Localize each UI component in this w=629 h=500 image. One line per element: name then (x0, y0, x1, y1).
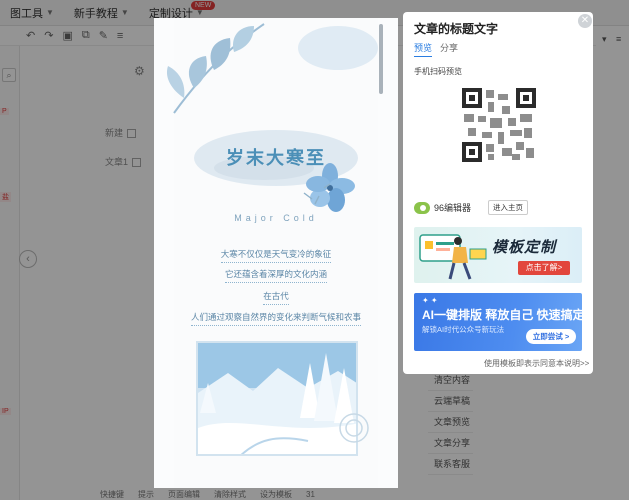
article-title: 岁末大寒至 (226, 148, 326, 169)
learn-more-button[interactable]: 点击了解> (518, 261, 570, 275)
ai-layout-banner[interactable]: ✦ ✦ AI一键排版 释放自己 快速搞定 解锁AI时代公众号新玩法 立即尝试 > (414, 293, 582, 351)
brand-row: 96编辑器 (414, 201, 471, 214)
close-icon[interactable]: ✕ (578, 14, 592, 28)
card-tabs: 预览 分享 (414, 41, 458, 57)
article-line: 大寒不仅仅是天气变冷的象征 (154, 248, 398, 263)
article-line-text: 在古代 (263, 291, 289, 305)
article-line-text: 它还蕴含着深厚的文化内涵 (224, 269, 327, 283)
illustration-person (419, 234, 487, 280)
sparkle-icon: ✦ ✦ (422, 296, 438, 305)
banner-title: 模板定制 (492, 239, 557, 256)
tab-preview[interactable]: 预览 (414, 41, 433, 57)
banner-subtitle: 解锁AI时代公众号新玩法 (422, 325, 505, 334)
article-line-text: 大寒不仅仅是天气变冷的象征 (220, 249, 332, 263)
try-now-button[interactable]: 立即尝试 > (526, 329, 576, 344)
card-title: 文章的标题文字 (414, 22, 499, 36)
preview-scrollbar[interactable] (379, 24, 383, 94)
brand-name: 96编辑器 (434, 203, 472, 213)
article-line: 人们通过观察自然界的变化来判断气候和农事 (154, 311, 398, 326)
tab-share[interactable]: 分享 (440, 41, 458, 57)
brand-logo-icon (414, 201, 430, 214)
article-line: 在古代 (154, 290, 398, 305)
enter-homepage-button[interactable]: 进入主页 (488, 200, 528, 215)
phone-preview: 岁末大寒至 Major Cold 大寒不仅仅是天气变冷的象征 它还蕴含着深厚的文… (154, 18, 398, 488)
banner-title: AI一键排版 释放自己 快速搞定 (422, 308, 582, 322)
snowflake-decoration (339, 413, 369, 443)
article-subtitle: Major Cold (234, 213, 318, 223)
article-line: 它还蕴含着深厚的文化内涵 (154, 268, 398, 283)
template-custom-banner[interactable]: 模板定制 点击了解> (414, 227, 582, 283)
template-terms-link[interactable]: 使用模板即表示同意本说明>> (484, 358, 589, 369)
scan-preview-label: 手机扫码预览 (414, 67, 462, 76)
qr-code (462, 88, 536, 162)
article-line-text: 人们通过观察自然界的变化来判断气候和农事 (190, 312, 361, 326)
